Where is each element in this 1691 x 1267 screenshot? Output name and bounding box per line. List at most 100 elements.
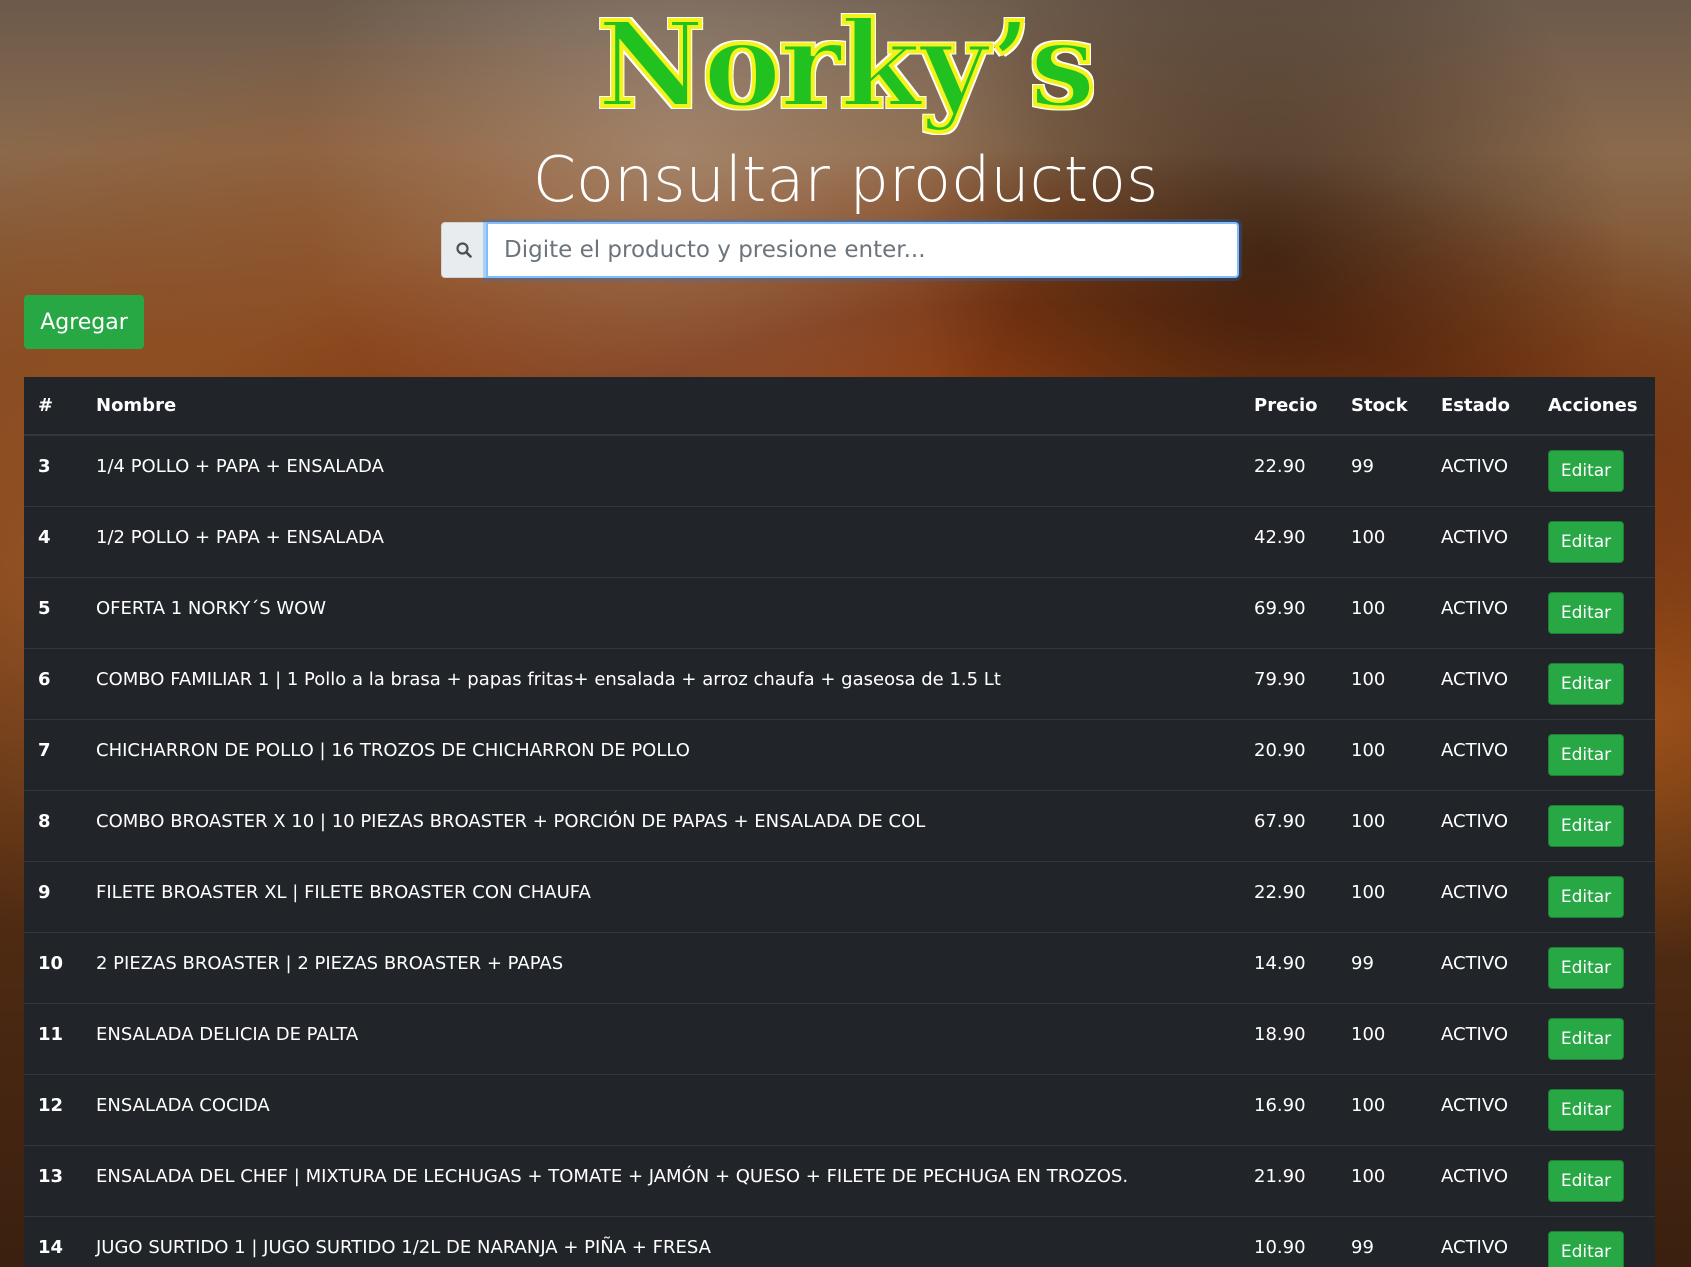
edit-button[interactable]: Editar	[1548, 804, 1624, 847]
cell-id: 8	[24, 789, 82, 861]
cell-estado: ACTIVO	[1427, 1215, 1534, 1267]
cell-nombre: COMBO FAMILIAR 1 | 1 Pollo a la brasa + …	[82, 647, 1240, 719]
table-row: 5 OFERTA 1 NORKY´S WOW 69.90 100 ACTIVO Edita…	[24, 576, 1655, 648]
cell-id: 11	[24, 1002, 82, 1074]
table-row: 3 1/4 POLLO + PAPA + ENSALADA 22.90 99 ACTIV…	[24, 434, 1655, 506]
edit-button[interactable]: Editar	[1548, 662, 1624, 705]
cell-stock: 100	[1337, 576, 1427, 648]
products-table-container: # Nombre Precio Stock Estado Acciones 31…	[24, 377, 1655, 1267]
cell-stock: 99	[1337, 434, 1427, 506]
table-row: 9 FILETE BROASTER XL | FILETE BROASTER CO…	[24, 860, 1655, 932]
cell-precio: 21.90	[1240, 1144, 1337, 1216]
cell-id: 3	[24, 434, 82, 506]
edit-button[interactable]: Editar	[1548, 1230, 1624, 1267]
column-header-estado: Estado	[1427, 377, 1534, 436]
search-input[interactable]	[486, 222, 1239, 278]
edit-button[interactable]: Editar	[1548, 1017, 1624, 1060]
cell-nombre: FILETE BROASTER XL | FILETE BROASTER CON…	[82, 860, 1240, 932]
cell-stock: 100	[1337, 860, 1427, 932]
edit-button[interactable]: Editar	[1548, 946, 1624, 989]
cell-nombre: JUGO SURTIDO 1 | JUGO SURTIDO 1/2L DE NA…	[82, 1215, 1240, 1267]
cell-acciones: Editar	[1534, 1073, 1655, 1145]
page-title: Consultar productos	[532, 143, 1159, 216]
cell-id: 9	[24, 860, 82, 932]
cell-acciones: Editar	[1534, 505, 1655, 577]
edit-button[interactable]: Editar	[1548, 450, 1624, 492]
cell-stock: 100	[1337, 718, 1427, 790]
cell-acciones: Editar	[1534, 434, 1655, 506]
column-header-acciones: Acciones	[1534, 377, 1655, 436]
cell-stock: 100	[1337, 647, 1427, 719]
cell-precio: 16.90	[1240, 1073, 1337, 1145]
cell-precio: 67.90	[1240, 789, 1337, 861]
cell-estado: ACTIVO	[1427, 576, 1534, 648]
table-row: 14 JUGO SURTIDO 1 | JUGO SURTIDO 1/2L DE …	[24, 1215, 1655, 1267]
cell-precio: 18.90	[1240, 1002, 1337, 1074]
cell-estado: ACTIVO	[1427, 1073, 1534, 1145]
cell-id: 14	[24, 1215, 82, 1267]
cell-estado: ACTIVO	[1427, 718, 1534, 790]
cell-precio: 22.90	[1240, 434, 1337, 506]
cell-precio: 69.90	[1240, 576, 1337, 648]
column-header-stock: Stock	[1337, 377, 1427, 436]
column-header-precio: Precio	[1240, 377, 1337, 436]
cell-id: 10	[24, 931, 82, 1003]
cell-precio: 20.90	[1240, 718, 1337, 790]
cell-stock: 99	[1337, 1215, 1427, 1267]
search-icon	[441, 222, 486, 278]
cell-nombre: CHICHARRON DE POLLO | 16 TROZOS DE CHICH…	[82, 718, 1240, 790]
column-header-id: #	[24, 377, 82, 436]
table-row: 10 2 PIEZAS BROASTER | 2 PIEZAS BROASTER …	[24, 931, 1655, 1003]
brand-logo: Norky’s	[595, 0, 1098, 136]
cell-acciones: Editar	[1534, 860, 1655, 932]
table-row: 4 1/2 POLLO + PAPA + ENSALADA 42.90 100 ACTI…	[24, 505, 1655, 577]
cell-stock: 100	[1337, 1002, 1427, 1074]
cell-id: 4	[24, 505, 82, 577]
edit-button[interactable]: Editar	[1548, 733, 1624, 776]
search-group	[441, 222, 1239, 278]
table-row: 7 CHICHARRON DE POLLO | 16 TROZOS DE CHIC…	[24, 718, 1655, 790]
column-header-nombre: Nombre	[82, 377, 1240, 436]
cell-stock: 100	[1337, 1073, 1427, 1145]
cell-acciones: Editar	[1534, 718, 1655, 790]
cell-estado: ACTIVO	[1427, 1002, 1534, 1074]
cell-acciones: Editar	[1534, 931, 1655, 1003]
cell-acciones: Editar	[1534, 1215, 1655, 1267]
edit-button[interactable]: Editar	[1548, 875, 1624, 918]
cell-acciones: Editar	[1534, 576, 1655, 648]
edit-button[interactable]: Editar	[1548, 591, 1624, 634]
cell-stock: 100	[1337, 505, 1427, 577]
table-row: 6 COMBO FAMILIAR 1 | 1 Pollo a la brasa +…	[24, 647, 1655, 719]
cell-stock: 100	[1337, 789, 1427, 861]
cell-precio: 14.90	[1240, 931, 1337, 1003]
cell-id: 5	[24, 576, 82, 648]
edit-button[interactable]: Editar	[1548, 1088, 1624, 1131]
edit-button[interactable]: Editar	[1548, 520, 1624, 563]
cell-acciones: Editar	[1534, 789, 1655, 861]
edit-button[interactable]: Editar	[1548, 1159, 1624, 1202]
cell-estado: ACTIVO	[1427, 1144, 1534, 1216]
table-header-row: # Nombre Precio Stock Estado Acciones	[24, 377, 1655, 436]
cell-estado: ACTIVO	[1427, 860, 1534, 932]
cell-precio: 42.90	[1240, 505, 1337, 577]
cell-acciones: Editar	[1534, 1002, 1655, 1074]
cell-precio: 22.90	[1240, 860, 1337, 932]
cell-id: 13	[24, 1144, 82, 1216]
cell-estado: ACTIVO	[1427, 647, 1534, 719]
cell-id: 7	[24, 718, 82, 790]
cell-estado: ACTIVO	[1427, 789, 1534, 861]
cell-estado: ACTIVO	[1427, 931, 1534, 1003]
add-product-button[interactable]: Agregar	[24, 295, 144, 349]
cell-acciones: Editar	[1534, 647, 1655, 719]
cell-nombre: OFERTA 1 NORKY´S WOW	[82, 576, 1240, 648]
cell-acciones: Editar	[1534, 1144, 1655, 1216]
table-row: 8 COMBO BROASTER X 10 | 10 PIEZAS BROASTE…	[24, 789, 1655, 861]
cell-precio: 79.90	[1240, 647, 1337, 719]
cell-stock: 99	[1337, 931, 1427, 1003]
cell-estado: ACTIVO	[1427, 434, 1534, 506]
cell-nombre: COMBO BROASTER X 10 | 10 PIEZAS BROASTER…	[82, 789, 1240, 861]
cell-nombre: ENSALADA DEL CHEF | MIXTURA DE LECHUGAS …	[82, 1144, 1240, 1216]
cell-nombre: 1/4 POLLO + PAPA + ENSALADA	[82, 434, 1240, 506]
cell-id: 6	[24, 647, 82, 719]
table-row: 11 ENSALADA DELICIA DE PALTA 18.90 100 ACTIV…	[24, 1002, 1655, 1074]
